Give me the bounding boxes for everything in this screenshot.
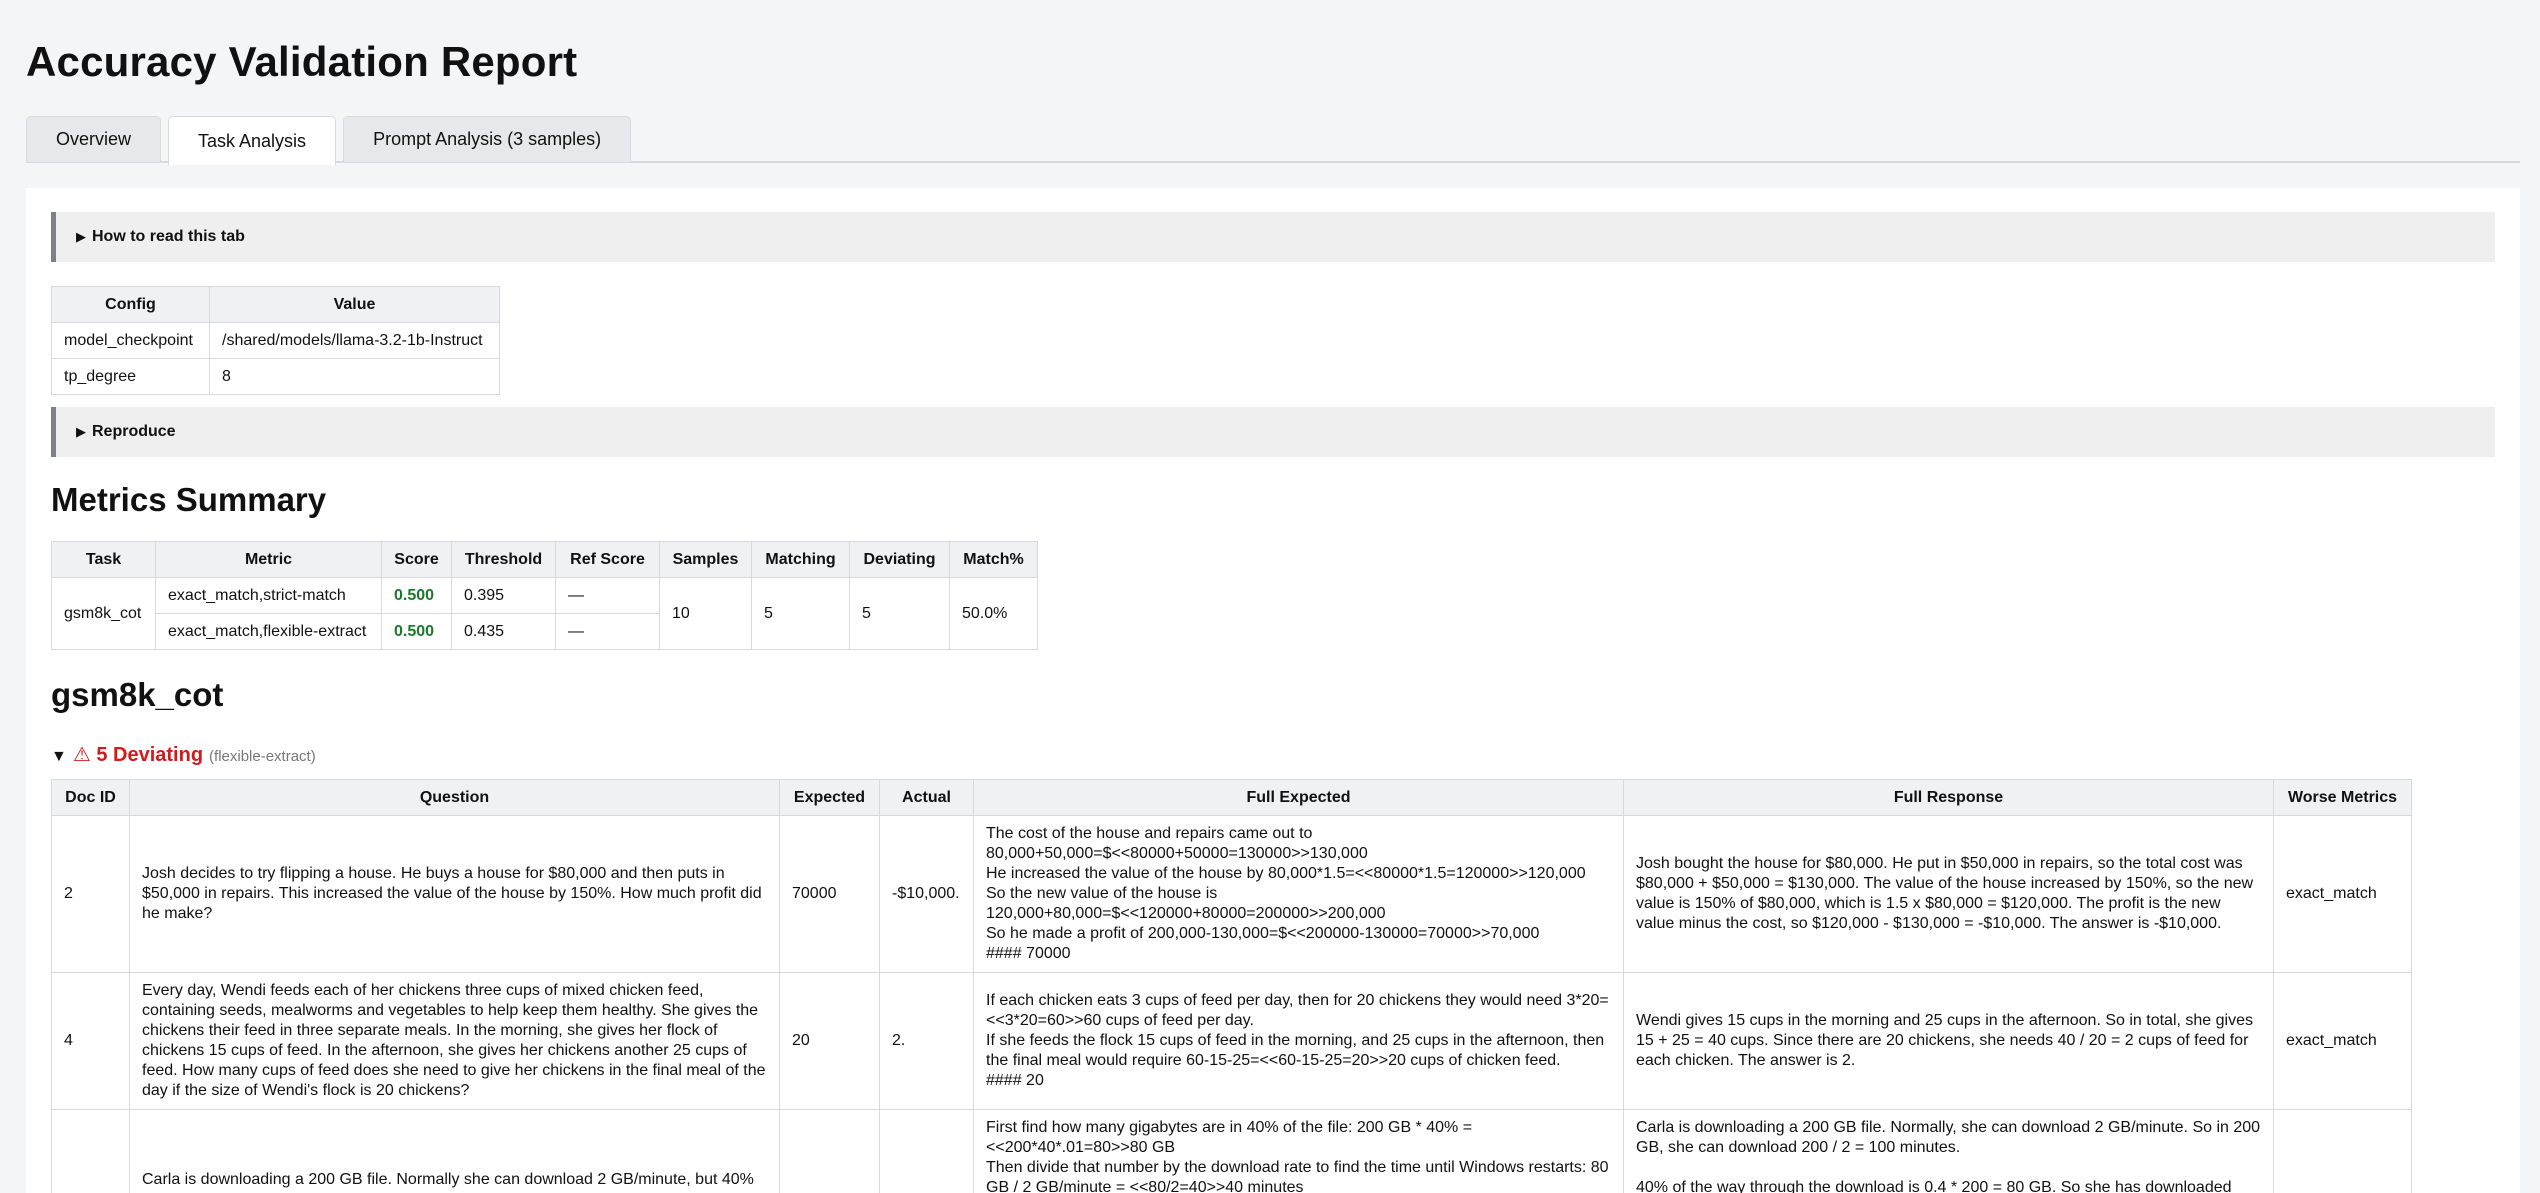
score-value: 0.500 [381, 613, 452, 650]
full-response-text: Carla is downloading a 200 GB file. Norm… [1623, 1109, 2274, 1193]
actual-value: -$10,000. [879, 815, 974, 973]
config-key: model_checkpoint [51, 322, 210, 359]
expected-value: 20 [779, 972, 880, 1110]
how-to-read-label: How to read this tab [92, 228, 245, 245]
table-row: gsm8k_cot exact_match,strict-match 0.500… [51, 577, 1038, 650]
threshold-value: 0.435 [451, 613, 556, 650]
expand-arrow-icon: ▶ [76, 229, 86, 244]
score-value: 0.500 [381, 577, 452, 614]
table-row: model_checkpoint /shared/models/llama-3.… [51, 322, 500, 359]
task-analysis-panel: ▶ How to read this tab Config Value mode… [26, 188, 2520, 1193]
tab-prompt-analysis[interactable]: Prompt Analysis (3 samples) [343, 116, 632, 162]
expected-header: Expected [779, 779, 880, 816]
metrics-summary-heading: Metrics Summary [51, 481, 327, 518]
metrics-summary-table: Task Metric Score Threshold Ref Score Sa… [51, 541, 1038, 650]
full-expected-text: If each chicken eats 3 cups of feed per … [973, 972, 1624, 1110]
threshold-header: Threshold [451, 541, 556, 578]
worse-metrics-header: Worse Metrics [2273, 779, 2412, 816]
page-title: Accuracy Validation Report [26, 38, 578, 85]
deviating-samples-table: Doc ID Question Expected Actual Full Exp… [51, 779, 2412, 1193]
score-header: Score [381, 541, 452, 578]
config-value: /shared/models/llama-3.2-1b-Instruct [209, 322, 500, 359]
metric-name: exact_match,strict-match [155, 577, 382, 614]
question-header: Question [129, 779, 780, 816]
metric-name: exact_match,flexible-extract [155, 613, 382, 650]
full-expected-text: First find how many gigabytes are in 40%… [973, 1109, 1624, 1193]
config-header: Config [51, 286, 210, 323]
reproduce-toggle[interactable]: ▶ Reproduce [51, 407, 2495, 457]
doc-id: 2 [51, 815, 130, 973]
question-text: Carla is downloading a 200 GB file. Norm… [129, 1109, 780, 1193]
deviating-toggle[interactable]: ▼ ⚠ 5 Deviating (flexible-extract) [51, 742, 2495, 767]
doc-id [51, 1109, 130, 1193]
matching-header: Matching [751, 541, 850, 578]
deviating-count-label: ⚠ 5 Deviating [72, 744, 204, 766]
worse-metrics-value [2273, 1109, 2412, 1193]
samples-header: Samples [659, 541, 752, 578]
question-text: Every day, Wendi feeds each of her chick… [129, 972, 780, 1110]
task-section-heading: gsm8k_cot [51, 676, 224, 713]
match-pct-value: 50.0% [949, 577, 1038, 650]
question-text: Josh decides to try flipping a house. He… [129, 815, 780, 973]
expand-arrow-icon: ▶ [76, 424, 86, 439]
expected-value [779, 1109, 880, 1193]
ref-score-header: Ref Score [555, 541, 660, 578]
table-row: tp_degree 8 [51, 358, 500, 395]
full-response-text: Wendi gives 15 cups in the morning and 2… [1623, 972, 2274, 1110]
table-row: Carla is downloading a 200 GB file. Norm… [51, 1109, 2412, 1193]
deviating-value: 5 [849, 577, 950, 650]
task-header: Task [51, 541, 156, 578]
task-name: gsm8k_cot [51, 577, 156, 650]
metric-header: Metric [155, 541, 382, 578]
config-value: 8 [209, 358, 500, 395]
table-row: 4 Every day, Wendi feeds each of her chi… [51, 972, 2412, 1110]
full-response-text: Josh bought the house for $80,000. He pu… [1623, 815, 2274, 973]
doc-id-header: Doc ID [51, 779, 130, 816]
actual-header: Actual [879, 779, 974, 816]
actual-value: 2. [879, 972, 974, 1110]
threshold-value: 0.395 [451, 577, 556, 614]
match-pct-header: Match% [949, 541, 1038, 578]
config-key: tp_degree [51, 358, 210, 395]
full-expected-text: The cost of the house and repairs came o… [973, 815, 1624, 973]
deviating-header: Deviating [849, 541, 950, 578]
tab-task-analysis[interactable]: Task Analysis [168, 116, 337, 165]
doc-id: 4 [51, 972, 130, 1110]
tab-overview[interactable]: Overview [26, 116, 162, 162]
config-table: Config Value model_checkpoint /shared/mo… [51, 286, 500, 395]
expected-value: 70000 [779, 815, 880, 973]
collapse-arrow-icon: ▼ [51, 748, 67, 765]
worse-metrics-value: exact_match [2273, 972, 2412, 1110]
actual-value [879, 1109, 974, 1193]
samples-value: 10 [659, 577, 752, 650]
value-header: Value [209, 286, 500, 323]
table-row: 2 Josh decides to try flipping a house. … [51, 815, 2412, 973]
ref-score-value: — [555, 577, 660, 614]
matching-value: 5 [751, 577, 850, 650]
reproduce-label: Reproduce [92, 423, 176, 440]
deviating-filter-label: (flexible-extract) [209, 748, 316, 765]
full-response-header: Full Response [1623, 779, 2274, 816]
ref-score-value: — [555, 613, 660, 650]
tab-bar: Overview Task Analysis Prompt Analysis (… [26, 116, 2520, 165]
worse-metrics-value: exact_match [2273, 815, 2412, 973]
how-to-read-toggle[interactable]: ▶ How to read this tab [51, 212, 2495, 262]
full-expected-header: Full Expected [973, 779, 1624, 816]
